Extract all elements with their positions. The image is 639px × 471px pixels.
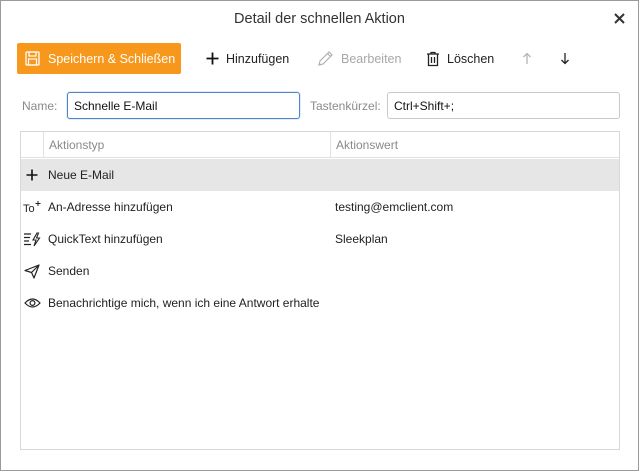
- plus-icon: [206, 52, 219, 65]
- toolbar: Speichern & Schließen Hinzufügen Bearbei…: [17, 43, 617, 75]
- close-button[interactable]: [610, 9, 628, 27]
- send-icon: [23, 263, 41, 279]
- eye-icon: [23, 295, 41, 311]
- add-label: Hinzufügen: [226, 51, 290, 66]
- action-type: Neue E-Mail: [48, 168, 115, 182]
- quicktext-icon: [23, 231, 41, 247]
- move-down-button[interactable]: [560, 43, 570, 74]
- action-value: testing@emclient.com: [335, 200, 454, 214]
- action-type: An-Adresse hinzufügen: [48, 200, 173, 214]
- save-icon: [25, 51, 40, 66]
- save-close-button[interactable]: Speichern & Schließen: [17, 43, 181, 74]
- svg-text:To: To: [23, 203, 35, 214]
- actions-table: Aktionstyp Aktionswert Neue E-Mail To An…: [20, 131, 620, 450]
- table-row[interactable]: To An-Adresse hinzufügen testing@emclien…: [21, 191, 619, 223]
- delete-button[interactable]: Löschen: [426, 43, 494, 74]
- table-row[interactable]: Benachrichtige mich, wenn ich eine Antwo…: [21, 287, 619, 319]
- table-row[interactable]: Neue E-Mail: [21, 159, 619, 191]
- action-value: Sleekplan: [335, 232, 388, 246]
- delete-label: Löschen: [447, 51, 495, 66]
- name-input[interactable]: [67, 92, 300, 119]
- arrow-up-icon: [523, 52, 531, 64]
- name-label: Name:: [22, 99, 58, 113]
- move-up-button[interactable]: [522, 43, 532, 74]
- trash-icon: [427, 51, 439, 66]
- save-close-label: Speichern & Schließen: [48, 51, 176, 66]
- shortcut-input[interactable]: [387, 92, 620, 119]
- to-add-icon: To: [23, 199, 41, 215]
- dialog-title: Detail der schnellen Aktion: [234, 11, 405, 27]
- edit-button[interactable]: Bearbeiten: [317, 43, 401, 74]
- close-icon: [613, 12, 625, 24]
- quick-action-dialog: Detail der schnellen Aktion Speichern & …: [0, 0, 639, 471]
- pencil-icon: [318, 51, 333, 66]
- table-header: Aktionstyp Aktionswert: [21, 132, 619, 158]
- action-type: Benachrichtige mich, wenn ich eine Antwo…: [48, 296, 320, 310]
- table-row[interactable]: QuickText hinzufügen Sleekplan: [21, 223, 619, 255]
- arrow-down-icon: [561, 53, 569, 65]
- edit-label: Bearbeiten: [341, 51, 402, 66]
- add-button[interactable]: Hinzufügen: [206, 43, 289, 74]
- plus-icon: [23, 167, 41, 183]
- shortcut-label: Tastenkürzel:: [310, 99, 381, 113]
- action-type: Senden: [48, 264, 90, 278]
- table-row[interactable]: Senden: [21, 255, 619, 287]
- column-header-value[interactable]: Aktionswert: [330, 132, 398, 158]
- title-bar: Detail der schnellen Aktion: [1, 1, 638, 39]
- action-type: QuickText hinzufügen: [48, 232, 163, 246]
- column-header-type[interactable]: Aktionstyp: [43, 132, 104, 158]
